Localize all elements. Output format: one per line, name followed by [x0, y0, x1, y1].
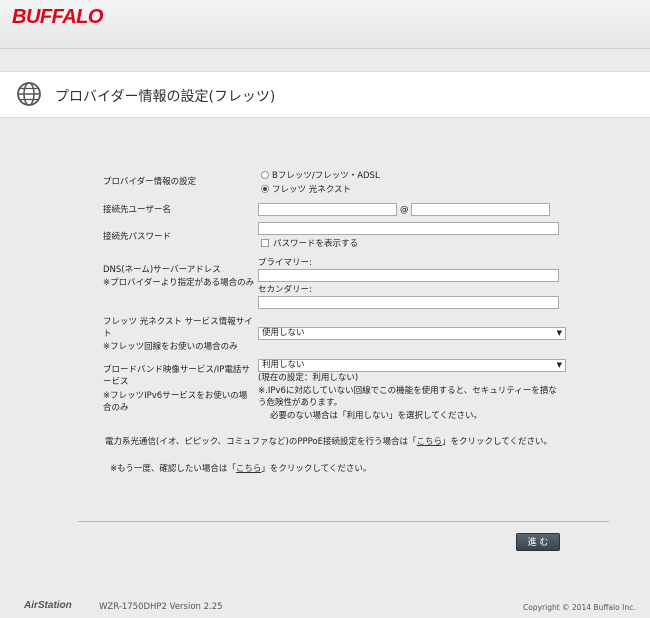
info-site-select[interactable]: 使用しない ▼	[258, 327, 566, 340]
divider	[78, 521, 609, 522]
header-bar: BUFFALO	[0, 0, 650, 49]
radio-bflets[interactable]: Bフレッツ/フレッツ・ADSL	[261, 170, 380, 182]
dropdown-arrow-icon: ▼	[556, 329, 562, 337]
broadband-select[interactable]: 利用しない ▼	[258, 359, 566, 372]
secondary-dns-label: セカンダリー:	[258, 285, 312, 295]
radio-button-selected[interactable]	[261, 185, 269, 193]
recheck-note: ※もう一度、確認したい場合は「こちら」をクリックしてください。	[110, 464, 372, 474]
primary-dns-input[interactable]	[258, 269, 559, 282]
username-domain-input[interactable]	[411, 203, 550, 216]
pppoe-note: 電力系光通信(イオ、ピピック、コミュファなど)のPPPoE接続設定を行う場合は「…	[105, 437, 553, 447]
broadband-current: (現在の設定：利用しない)	[258, 373, 359, 383]
password-label: 接続先パスワード	[103, 232, 172, 242]
primary-dns-label: プライマリー:	[258, 258, 312, 268]
at-sign: @	[400, 205, 409, 215]
password-input[interactable]	[258, 222, 559, 235]
username-input[interactable]	[258, 203, 397, 216]
buffalo-logo: BUFFALO	[12, 6, 103, 28]
checkbox[interactable]	[261, 239, 269, 247]
recheck-link[interactable]: こちら	[236, 464, 262, 474]
pppoe-link[interactable]: こちら	[417, 437, 443, 447]
dns-note: ※プロバイダーより指定がある場合のみ	[103, 278, 255, 288]
dropdown-arrow-icon: ▼	[556, 361, 562, 369]
provider-label: プロバイダー情報の設定	[103, 177, 197, 187]
username-label: 接続先ユーザー名	[103, 205, 171, 215]
secondary-dns-input[interactable]	[258, 296, 559, 309]
broadband-warning-2: 必要のない場合は「利用しない」を選択してください。	[270, 411, 482, 421]
airstation-logo: AirStation	[24, 600, 72, 611]
title-bar: プロバイダー情報の設定(フレッツ)	[0, 71, 650, 118]
info-site-note: ※フレッツ回線をお使いの場合のみ	[103, 342, 238, 352]
broadband-warning: ※.IPv6に対応していない回線でこの機能を使用すると、セキュリティーを損なう危…	[258, 386, 557, 408]
broadband-label: ブロードバンド映像サービス/IP電話サービス	[103, 365, 250, 387]
page-title: プロバイダー情報の設定(フレッツ)	[55, 89, 276, 105]
radio-button[interactable]	[261, 171, 269, 179]
next-button[interactable]: 進 む	[516, 533, 560, 551]
info-site-label: フレッツ 光ネクスト サービス情報サイト	[103, 317, 253, 339]
show-password-checkbox[interactable]: パスワードを表示する	[261, 238, 358, 250]
radio-hikari-next[interactable]: フレッツ 光ネクスト	[261, 184, 351, 196]
broadband-note: ※フレッツIPv6サービスをお使いの場合のみ	[103, 391, 248, 413]
dns-label: DNS(ネーム)サーバーアドレス	[103, 265, 221, 275]
model-version: WZR-1750DHP2 Version 2.25	[99, 602, 223, 612]
globe-icon	[17, 82, 41, 106]
copyright: Copyright © 2014 Buffalo Inc.	[523, 603, 636, 612]
